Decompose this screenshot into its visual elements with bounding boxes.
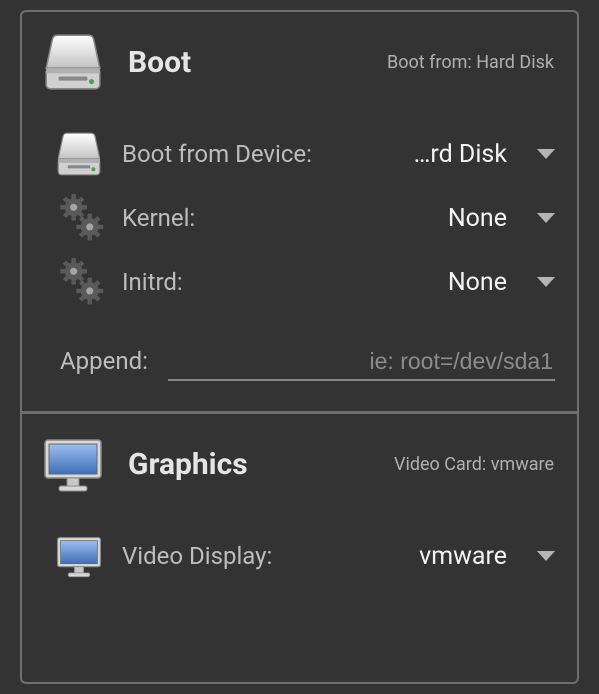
settings-panel: Boot Boot from: Hard Disk Boot from Devi…	[20, 10, 579, 684]
gears-icon	[50, 193, 108, 243]
boot-device-label: Boot from Device:	[122, 140, 312, 168]
monitor-icon	[40, 434, 106, 494]
video-display-dropdown[interactable]: vmware	[415, 542, 559, 571]
chevron-down-icon	[537, 277, 555, 287]
video-display-label: Video Display:	[122, 542, 272, 570]
kernel-value: None	[448, 204, 507, 233]
chevron-down-icon	[537, 149, 555, 159]
gears-icon	[50, 257, 108, 307]
video-display-row: Video Display: vmware	[50, 524, 559, 588]
kernel-row: Kernel: None	[50, 186, 559, 250]
kernel-label: Kernel:	[122, 204, 195, 232]
monitor-icon	[50, 533, 108, 579]
boot-device-value: …rd Disk	[414, 140, 507, 169]
video-display-value: vmware	[419, 542, 507, 571]
graphics-section-header: Graphics Video Card: vmware	[40, 429, 559, 499]
append-input[interactable]	[168, 344, 555, 381]
drive-icon	[40, 31, 106, 93]
drive-icon	[50, 130, 108, 178]
chevron-down-icon	[537, 551, 555, 561]
boot-section: Boot Boot from: Hard Disk Boot from Devi…	[22, 12, 577, 411]
initrd-label: Initrd:	[122, 268, 183, 296]
boot-title: Boot	[128, 45, 191, 80]
initrd-row: Initrd: None	[50, 250, 559, 314]
append-label: Append:	[60, 347, 148, 375]
boot-device-dropdown[interactable]: …rd Disk	[414, 140, 559, 169]
graphics-section: Graphics Video Card: vmware Video Displa…	[22, 414, 577, 628]
graphics-title: Graphics	[128, 447, 248, 482]
append-row: Append:	[50, 344, 559, 381]
chevron-down-icon	[537, 213, 555, 223]
initrd-value: None	[448, 268, 507, 297]
boot-summary: Boot from: Hard Disk	[387, 52, 559, 73]
kernel-dropdown[interactable]: None	[415, 204, 559, 233]
graphics-summary: Video Card: vmware	[394, 454, 559, 475]
boot-section-header: Boot Boot from: Hard Disk	[40, 27, 559, 97]
boot-device-row: Boot from Device: …rd Disk	[50, 122, 559, 186]
initrd-dropdown[interactable]: None	[415, 268, 559, 297]
